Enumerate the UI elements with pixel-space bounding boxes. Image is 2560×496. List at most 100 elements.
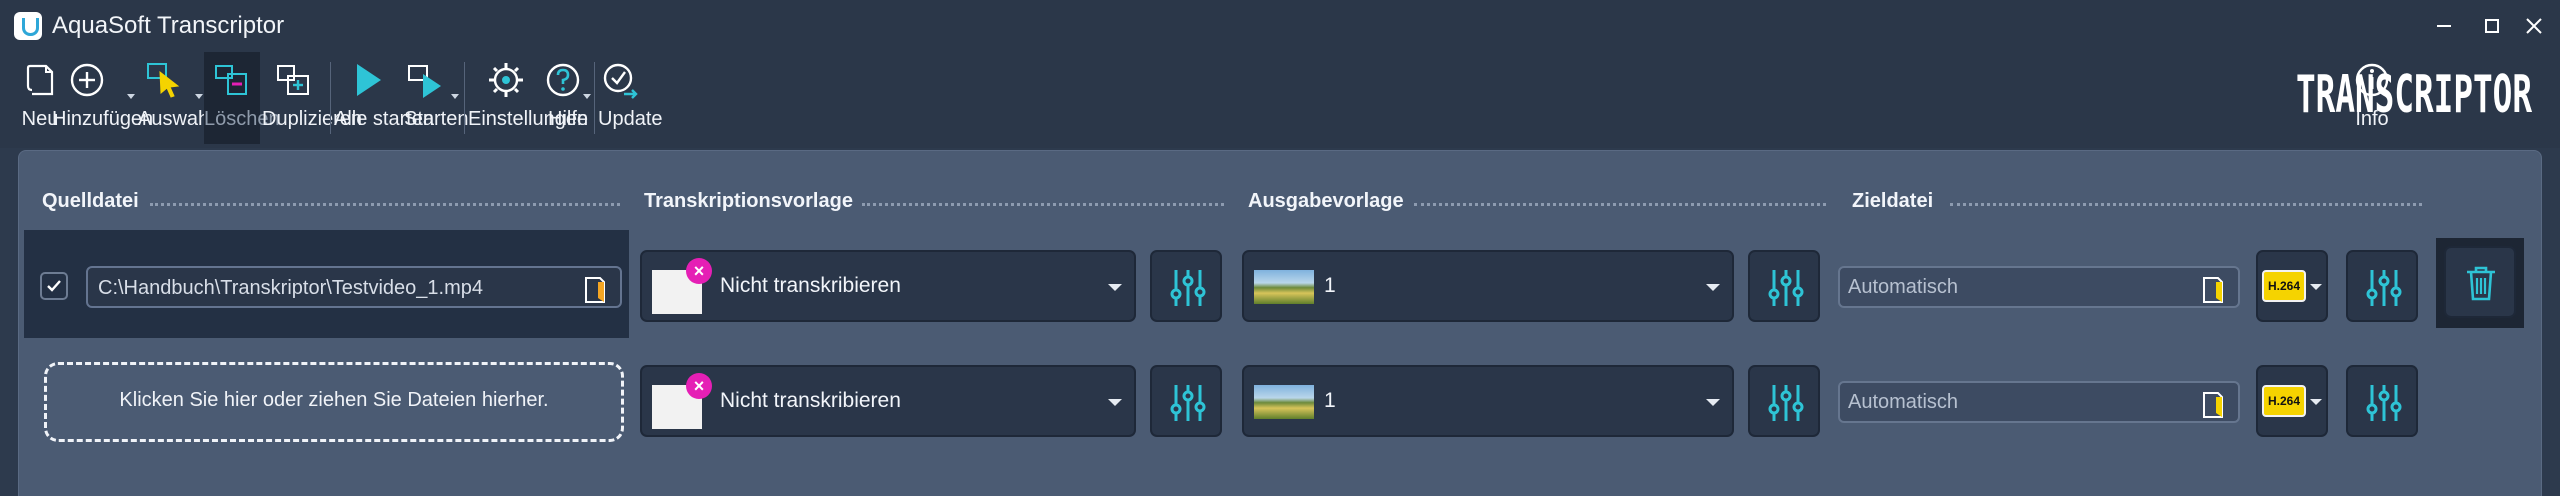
maximize-icon bbox=[2485, 19, 2499, 33]
update-label: Update bbox=[598, 108, 663, 130]
help-icon bbox=[546, 63, 580, 97]
sliders-icon bbox=[2366, 385, 2402, 421]
settings-label: Einstellungen bbox=[468, 108, 589, 130]
add-button[interactable]: Hinzufügen bbox=[52, 52, 154, 144]
sliders-icon bbox=[1170, 270, 1206, 306]
template-settings-button[interactable] bbox=[1150, 250, 1222, 322]
output-settings-button[interactable] bbox=[1748, 250, 1820, 322]
minimize-icon bbox=[2437, 25, 2451, 27]
no-transcription-badge-icon: × bbox=[686, 258, 712, 284]
source-path: C:\Handbuch\Transkriptor\Testvideo_1.mp4 bbox=[98, 277, 483, 299]
chevron-down-icon bbox=[2310, 284, 2322, 290]
template-value: Nicht transkribieren bbox=[720, 274, 901, 297]
title-bar: AquaSoft Transcriptor bbox=[0, 0, 2560, 52]
transcription-template-dropdown[interactable]: × Nicht transkribieren bbox=[640, 250, 1136, 322]
h264-codec-icon: H.264 bbox=[2262, 385, 2306, 417]
start-dropdown-chevron-icon[interactable] bbox=[448, 90, 462, 104]
help-button[interactable]: Hilfe bbox=[546, 52, 589, 144]
gear-icon bbox=[489, 63, 523, 97]
play-list-icon bbox=[408, 65, 441, 98]
duplicate-button[interactable]: Duplizieren bbox=[262, 52, 362, 144]
header-divider bbox=[1414, 203, 1826, 206]
output-thumbnail bbox=[1254, 385, 1314, 419]
duplicate-icon bbox=[277, 65, 309, 95]
codec-label: H.264 bbox=[2267, 394, 2301, 408]
chevron-down-icon bbox=[1108, 284, 1122, 291]
delete-list-icon bbox=[215, 65, 247, 95]
add-dropdown-chevron-icon[interactable] bbox=[124, 90, 138, 104]
select-cursor-icon bbox=[147, 63, 180, 98]
start-all-label: Alle starten bbox=[334, 108, 435, 130]
trash-icon bbox=[2467, 266, 2495, 301]
template-value: Nicht transkribieren bbox=[720, 389, 901, 412]
header-divider bbox=[150, 203, 620, 206]
row-checkbox[interactable] bbox=[40, 272, 68, 300]
target-settings-button[interactable] bbox=[2346, 250, 2418, 322]
template-settings-button[interactable] bbox=[1150, 365, 1222, 437]
column-header-target: Zieldatei bbox=[1852, 190, 1934, 212]
header-divider bbox=[862, 203, 1224, 206]
play-all-icon bbox=[357, 64, 381, 96]
output-template-dropdown[interactable]: 1 bbox=[1242, 250, 1734, 322]
toolbar: Neu Hinzufügen Auswahl Löschen Duplizier… bbox=[0, 52, 2560, 148]
app-logo-icon bbox=[14, 12, 42, 40]
svg-text:TRANSCRIPTOR: TRANSCRIPTOR bbox=[2296, 65, 2532, 125]
sliders-icon bbox=[1768, 270, 1804, 306]
output-template-dropdown[interactable]: 1 bbox=[1242, 365, 1734, 437]
target-file-field[interactable]: Automatisch bbox=[1838, 381, 2240, 423]
delete-row-area bbox=[2436, 238, 2524, 328]
column-header-source: Quelldatei bbox=[42, 190, 139, 212]
h264-codec-icon: H.264 bbox=[2262, 270, 2306, 302]
settings-button[interactable]: Einstellungen bbox=[468, 52, 589, 144]
open-folder-icon[interactable] bbox=[2198, 389, 2228, 419]
maximize-button[interactable] bbox=[2470, 8, 2514, 44]
open-folder-icon[interactable] bbox=[2198, 274, 2228, 304]
target-settings-button[interactable] bbox=[2346, 365, 2418, 437]
output-settings-button[interactable] bbox=[1748, 365, 1820, 437]
add-circle-icon bbox=[70, 63, 104, 97]
column-header-output: Ausgabevorlage bbox=[1248, 190, 1404, 212]
help-label: Hilfe bbox=[548, 108, 589, 130]
delete-label: Löschen bbox=[204, 108, 280, 130]
update-icon bbox=[603, 63, 638, 99]
select-label: Auswahl bbox=[138, 108, 214, 130]
update-button[interactable]: Update bbox=[598, 52, 663, 144]
no-transcription-badge-icon: × bbox=[686, 373, 712, 399]
transcription-template-dropdown[interactable]: × Nicht transkribieren bbox=[640, 365, 1136, 437]
toolbar-divider bbox=[330, 62, 331, 134]
target-placeholder: Automatisch bbox=[1848, 276, 1959, 298]
dropzone-text: Klicken Sie hier oder ziehen Sie Dateien… bbox=[119, 389, 549, 411]
sliders-icon bbox=[1170, 385, 1206, 421]
codec-dropdown[interactable]: H.264 bbox=[2256, 365, 2328, 437]
toolbar-divider bbox=[464, 62, 465, 134]
sliders-icon bbox=[2366, 270, 2402, 306]
transcriptor-logo: TRANSCRIPTOR bbox=[2296, 65, 2532, 125]
help-dropdown-chevron-icon[interactable] bbox=[580, 90, 594, 104]
column-header-template: Transkriptionsvorlage bbox=[644, 190, 853, 212]
codec-dropdown[interactable]: H.264 bbox=[2256, 250, 2328, 322]
file-drop-zone[interactable]: Klicken Sie hier oder ziehen Sie Dateien… bbox=[44, 362, 624, 442]
sliders-icon bbox=[1768, 385, 1804, 421]
output-value: 1 bbox=[1324, 389, 1336, 412]
start-button[interactable]: Starten bbox=[404, 52, 469, 144]
start-all-button[interactable]: Alle starten bbox=[334, 52, 435, 144]
chevron-down-icon bbox=[1706, 284, 1720, 291]
close-button[interactable] bbox=[2512, 8, 2556, 44]
target-placeholder: Automatisch bbox=[1848, 391, 1959, 413]
add-label: Hinzufügen bbox=[52, 108, 154, 130]
start-label: Starten bbox=[404, 108, 469, 130]
delete-row-button[interactable] bbox=[2444, 246, 2516, 318]
minimize-button[interactable] bbox=[2422, 8, 2466, 44]
open-folder-icon[interactable] bbox=[580, 274, 610, 304]
close-icon bbox=[2526, 18, 2542, 34]
output-value: 1 bbox=[1324, 274, 1336, 297]
source-file-field[interactable]: C:\Handbuch\Transkriptor\Testvideo_1.mp4 bbox=[86, 266, 622, 308]
target-file-field[interactable]: Automatisch bbox=[1838, 266, 2240, 308]
delete-button[interactable]: Löschen bbox=[204, 52, 280, 144]
window-title: AquaSoft Transcriptor bbox=[52, 12, 285, 39]
select-button[interactable]: Auswahl bbox=[138, 52, 214, 144]
codec-label: H.264 bbox=[2267, 279, 2301, 293]
chevron-down-icon bbox=[1108, 399, 1122, 406]
header-divider bbox=[1950, 203, 2422, 206]
chevron-down-icon bbox=[1706, 399, 1720, 406]
